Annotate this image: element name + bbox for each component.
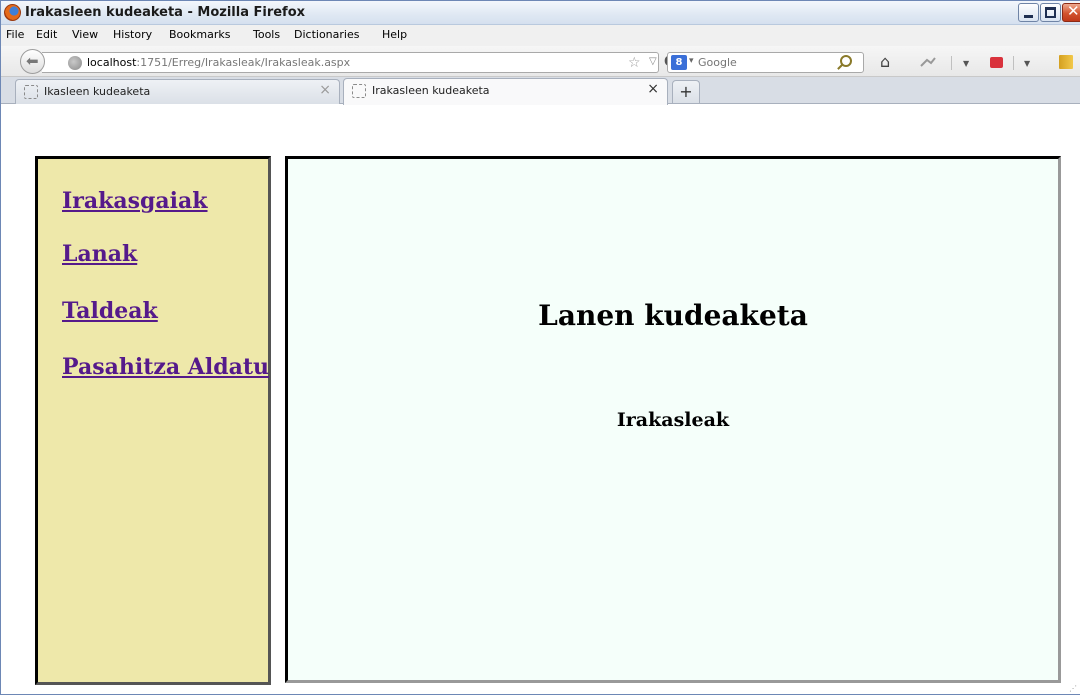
url-bar[interactable]: localhost:1751/Erreg/Irakasleak/Irakasle… [42,52,674,73]
resize-grip-icon[interactable]: ⋰ [1069,684,1077,693]
close-window-button[interactable]: ✕ [1062,2,1080,22]
search-input[interactable] [698,54,828,71]
url-path: :1751/Erreg/Irakasleak/Irakasleak.aspx [136,56,351,69]
bookmarks-icon[interactable] [1059,55,1073,69]
search-engine-icon[interactable]: 8 [671,55,687,70]
menu-bar: File Edit View History Bookmarks Tools D… [1,25,1080,46]
nav-link-pasahitza-aldatu[interactable]: Pasahitza Aldatu [62,354,269,380]
back-arrow-icon: ⬅ [26,52,39,70]
maximize-button[interactable] [1040,3,1061,22]
new-tab-button[interactable]: + [672,80,700,103]
home-icon[interactable]: ⌂ [880,54,890,70]
search-bar[interactable]: 8 ▾ [667,52,864,73]
tab-label: Irakasleen kudeaketa [372,84,490,97]
tab-close-icon[interactable]: × [319,82,331,98]
history-dropdown-icon[interactable]: ▽ [649,56,657,67]
addon-red-dropdown-icon[interactable]: ▼ [1024,59,1030,68]
page-subtitle: Irakasleak [616,409,730,431]
tab-close-icon[interactable]: × [647,81,659,97]
main-panel: Lanen kudeaketa Irakasleak [285,156,1061,683]
engine-dropdown-icon[interactable]: ▾ [689,56,694,66]
back-button[interactable]: ⬅ [20,49,45,74]
tab-irakasleen-kudeaketa[interactable]: Irakasleen kudeaketa × [343,78,668,105]
page-title: Lanen kudeaketa [538,299,808,332]
tab-ikasleen-kudeaketa[interactable]: Ikasleen kudeaketa × [15,79,340,104]
url-host: localhost [87,56,137,69]
toolbar-separator [1013,56,1014,70]
url-text[interactable]: localhost:1751/Erreg/Irakasleak/Irakasle… [87,56,350,69]
site-identity-icon[interactable] [68,56,82,70]
menu-dictionaries[interactable]: Dictionaries [294,28,359,41]
sidebar-nav: Irakasgaiak Lanak Taldeak Pasahitza Alda… [35,156,271,685]
menu-view[interactable]: View [72,28,98,41]
maximize-icon [1045,7,1056,18]
minimize-icon [1024,15,1033,18]
page-content: Irakasgaiak Lanak Taldeak Pasahitza Alda… [1,105,1080,694]
nav-link-lanak[interactable]: Lanak [62,241,137,267]
bookmark-star-icon[interactable]: ☆ [628,55,641,71]
firefox-logo-icon [4,4,21,21]
menu-file[interactable]: File [6,28,24,41]
minimize-button[interactable] [1018,3,1039,22]
navigation-toolbar: localhost:1751/Erreg/Irakasleak/Irakasle… [1,46,1080,77]
window-title: Irakasleen kudeaketa - Mozilla Firefox [25,5,306,20]
toolbar-separator [951,56,952,70]
close-icon: ✕ [1067,2,1080,20]
search-icon[interactable] [840,55,852,67]
menu-tools[interactable]: Tools [253,28,280,41]
title-bar: Irakasleen kudeaketa - Mozilla Firefox ✕ [1,1,1080,25]
menu-help[interactable]: Help [382,28,407,41]
nav-link-taldeak[interactable]: Taldeak [62,298,158,324]
tab-favicon-icon [24,85,38,99]
menu-edit[interactable]: Edit [36,28,57,41]
addon-red-icon[interactable] [990,57,1003,68]
tab-label: Ikasleen kudeaketa [44,85,151,98]
addon-dropdown-icon[interactable]: ▼ [963,59,969,68]
tab-bar: Ikasleen kudeaketa × Irakasleen kudeaket… [1,77,1080,105]
browser-window: Irakasleen kudeaketa - Mozilla Firefox ✕… [0,0,1080,695]
nav-link-irakasgaiak[interactable]: Irakasgaiak [62,188,208,214]
addon-icon[interactable] [919,56,937,70]
menu-bookmarks[interactable]: Bookmarks [169,28,230,41]
menu-history[interactable]: History [113,28,152,41]
tab-favicon-icon [352,84,366,98]
